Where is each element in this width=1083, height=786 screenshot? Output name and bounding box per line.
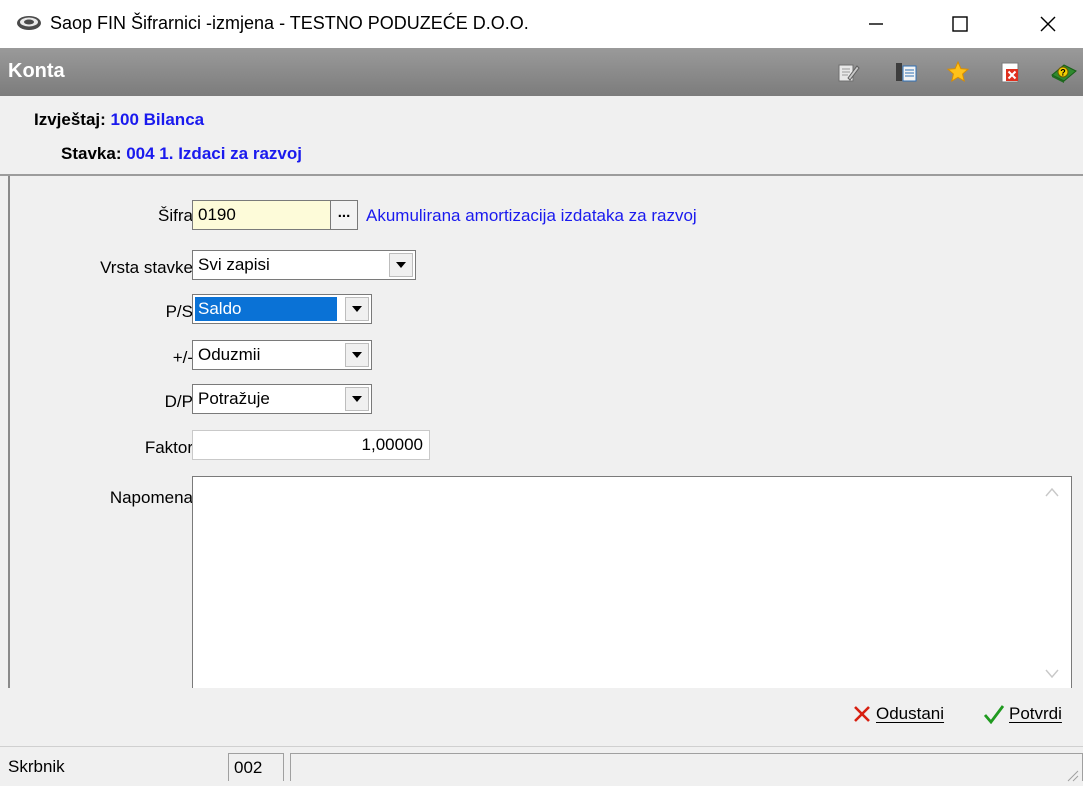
sifra-browse-button[interactable]: ... [330, 200, 358, 230]
ps-selection: Saldo [195, 297, 337, 321]
form-panel: Šifra 0190 ... Akumulirana amortizacija … [8, 176, 1083, 690]
resize-grip-icon[interactable] [1065, 768, 1079, 782]
scroll-down-icon[interactable] [1045, 669, 1059, 679]
report-label: Izvještaj: [34, 110, 106, 129]
checkmark-icon [983, 705, 1005, 724]
napomena-label: Napomena [109, 488, 193, 507]
status-panel [290, 753, 1083, 781]
cancel-label: Odustani [876, 704, 945, 723]
close-button[interactable] [1018, 0, 1078, 48]
confirm-label: Potvrdi [1009, 704, 1062, 723]
dp-value: Potražuje [198, 389, 270, 408]
vrsta-stavke-dropdown-button[interactable] [389, 253, 413, 277]
chevron-down-icon [352, 396, 362, 402]
dp-dropdown-button[interactable] [345, 387, 369, 411]
maximize-icon [952, 16, 968, 32]
report-info: Izvještaj: 100 Bilanca Stavka: 004 1. Iz… [0, 96, 1083, 174]
title-bar: Saop FIN Šifrarnici -izmjena - TESTNO PO… [0, 0, 1083, 48]
chevron-down-icon [352, 306, 362, 312]
confirm-button[interactable]: Potvrdi [983, 704, 1062, 724]
plusminus-dropdown-button[interactable] [345, 343, 369, 367]
report-row: Izvještaj: 100 Bilanca [34, 110, 204, 130]
ps-dropdown-button[interactable] [345, 297, 369, 321]
plusminus-value: Oduzmii [198, 345, 261, 364]
section-header: Konta ? [0, 48, 1083, 96]
faktor-input[interactable]: 1,00000 [192, 430, 430, 460]
vrsta-stavke-select[interactable]: Svi zapisi [192, 250, 416, 280]
cancel-icon [854, 706, 870, 722]
edit-icon[interactable] [836, 60, 860, 84]
minimize-button[interactable] [846, 0, 906, 48]
faktor-value: 1,00000 [361, 435, 423, 454]
cancel-button[interactable]: Odustani [852, 704, 944, 724]
owner-value-field: 002 [228, 753, 284, 781]
item-label: Stavka: [61, 144, 122, 163]
scroll-up-icon[interactable] [1045, 487, 1059, 497]
help-icon[interactable]: ? [1050, 60, 1078, 84]
minimize-icon [869, 23, 883, 25]
maximize-button[interactable] [930, 0, 990, 48]
svg-text:?: ? [1060, 68, 1066, 78]
columns-icon[interactable] [894, 60, 918, 84]
chevron-down-icon [396, 262, 406, 268]
star-icon[interactable] [946, 60, 970, 84]
app-logo-icon [17, 16, 41, 30]
report-value: 100 Bilanca [110, 110, 205, 129]
ps-label: P/S [165, 302, 193, 321]
vrsta-stavke-label: Vrsta stavke [100, 258, 193, 277]
item-value: 004 1. Izdaci za razvoj [126, 144, 302, 163]
ps-select[interactable]: Saldo [192, 294, 372, 324]
delete-icon[interactable] [998, 60, 1022, 84]
window-title: Saop FIN Šifrarnici -izmjena - TESTNO PO… [50, 13, 529, 33]
chevron-down-icon [352, 352, 362, 358]
button-bar: Odustani Potvrdi [0, 688, 1083, 746]
faktor-label: Faktor [144, 438, 193, 457]
napomena-textarea[interactable] [192, 476, 1072, 690]
dp-select[interactable]: Potražuje [192, 384, 372, 414]
section-title: Konta [8, 60, 65, 82]
owner-value: 002 [234, 758, 263, 777]
sifra-value: 0190 [198, 205, 236, 224]
sifra-description: Akumulirana amortizacija izdataka za raz… [366, 206, 697, 225]
edit-form: Šifra 0190 ... Akumulirana amortizacija … [0, 174, 1083, 690]
item-row: Stavka: 004 1. Izdaci za razvoj [61, 144, 302, 164]
ps-value: Saldo [198, 299, 242, 318]
vrsta-stavke-value: Svi zapisi [198, 255, 270, 274]
plusminus-select[interactable]: Oduzmii [192, 340, 372, 370]
sifra-label: Šifra [158, 206, 193, 225]
close-icon [1040, 16, 1056, 32]
dp-label: D/P [164, 392, 193, 411]
sifra-browse-label: ... [337, 203, 351, 221]
owner-label: Skrbnik [8, 757, 65, 776]
plusminus-label: +/- [172, 348, 193, 367]
status-bar: Skrbnik 002 [0, 746, 1083, 786]
